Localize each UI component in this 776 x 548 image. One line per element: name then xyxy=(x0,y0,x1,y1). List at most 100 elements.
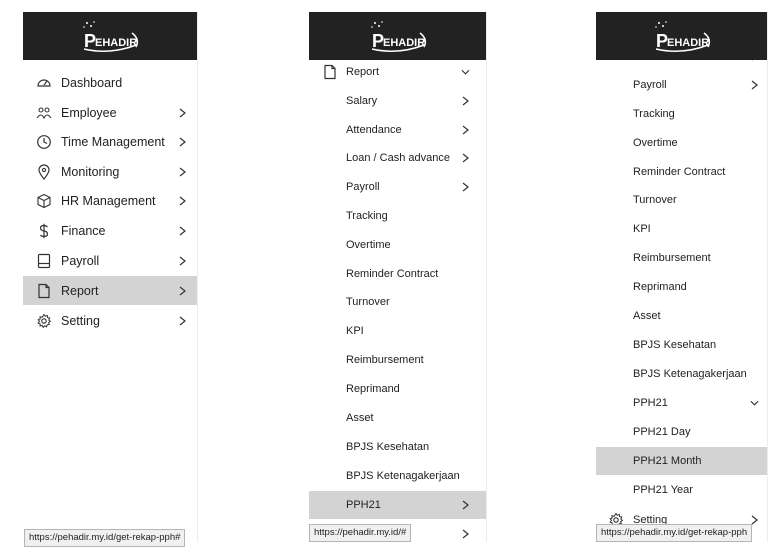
submenu-item-kpi[interactable]: KPI xyxy=(596,215,767,243)
submenu-item-reprimand[interactable]: Reprimand xyxy=(596,273,767,301)
submenu-item-label: PPH21 Day xyxy=(633,426,691,438)
chevron-right-icon xyxy=(462,529,469,539)
submenu-item-label: PPH21 xyxy=(633,397,668,409)
payroll-icon xyxy=(37,253,51,268)
chevron-right-icon xyxy=(179,226,186,235)
pehadir-logo[interactable]: P EHADIR xyxy=(70,19,150,53)
submenu-item-reprimand[interactable]: Reprimand xyxy=(309,375,486,403)
submenu-item-pph21[interactable]: PPH21 xyxy=(596,389,767,417)
submenu-item-payroll[interactable]: Payroll xyxy=(596,71,767,99)
chevron-right-icon xyxy=(179,196,186,205)
sidebar-item-time-management[interactable]: Time Management xyxy=(23,127,197,156)
submenu-item-bpjs-kesehatan[interactable]: BPJS Kesehatan xyxy=(596,331,767,359)
submenu-item-asset[interactable]: Asset xyxy=(309,404,486,432)
chevron-right-icon xyxy=(462,500,469,510)
chevron-down-icon xyxy=(461,69,470,75)
submenu-item-tracking[interactable]: Tracking xyxy=(596,100,767,128)
chevron-right-icon xyxy=(179,286,186,295)
document-icon xyxy=(324,64,336,80)
link-status-bar: https://pehadir.my.id/get-rekap-pph# xyxy=(24,529,186,547)
sidebar-item-payroll[interactable]: Payroll xyxy=(23,246,197,275)
document-icon xyxy=(38,283,50,298)
submenu-item-pph21-month[interactable]: PPH21 Month xyxy=(596,447,767,475)
submenu-item-label: KPI xyxy=(346,325,364,337)
submenu-item-overtime[interactable]: Overtime xyxy=(596,129,767,157)
submenu-item-bpjs-ketenagakerjaan[interactable]: BPJS Ketenagakerjaan xyxy=(309,462,486,490)
chevron-right-icon xyxy=(179,316,186,325)
sidebar-item-report[interactable]: Report xyxy=(23,276,197,305)
submenu-item-kpi[interactable]: KPI xyxy=(309,317,486,345)
submenu-item-label: Asset xyxy=(346,412,374,424)
submenu-item-label: Salary xyxy=(346,95,378,107)
chevron-down-icon xyxy=(750,400,759,406)
submenu-item-bpjs-kesehatan[interactable]: BPJS Kesehatan xyxy=(309,433,486,461)
sidebar-item-monitoring[interactable]: Monitoring xyxy=(23,157,197,186)
submenu-item-pph21[interactable]: PPH21 xyxy=(309,491,486,519)
submenu-item-turnover[interactable]: Turnover xyxy=(309,288,486,316)
sidebar-item-label: Finance xyxy=(61,223,106,238)
submenu-item-label: Reminder Contract xyxy=(633,166,726,178)
submenu-item-label: Tracking xyxy=(346,210,388,222)
chevron-right-icon xyxy=(462,125,469,135)
link-status-bar: https://pehadir.my.id/# xyxy=(309,524,412,542)
submenu-item-reminder-contract[interactable]: Reminder Contract xyxy=(596,158,767,186)
submenu-item-bpjs-ketenagakerjaan[interactable]: BPJS Ketenagakerjaan xyxy=(596,360,767,388)
sidebar-panel-report-expanded: P EHADIR Report Salary Attendance Loan /… xyxy=(309,12,487,542)
sidebar-item-employee[interactable]: Employee xyxy=(23,98,197,127)
submenu-item-tracking[interactable]: Tracking xyxy=(309,202,486,230)
sidebar-item-report[interactable]: Report xyxy=(309,58,486,86)
submenu-item-loan-cash-advance[interactable]: Loan / Cash advance xyxy=(309,144,486,172)
submenu-item-label: Asset xyxy=(633,310,661,322)
dashboard-icon xyxy=(37,78,51,87)
submenu-item-payroll[interactable]: Payroll xyxy=(309,173,486,201)
sidebar-item-label: Report xyxy=(346,66,380,78)
sidebar-item-hr-management[interactable]: HR Management xyxy=(23,186,197,215)
submenu-item-turnover[interactable]: Turnover xyxy=(596,186,767,214)
submenu-item-label: KPI xyxy=(633,223,651,235)
submenu-item-label: Loan / Cash advance xyxy=(346,152,450,164)
chevron-right-icon xyxy=(179,256,186,265)
sidebar-item-label: Report xyxy=(61,283,99,298)
sidebar-item-label: Employee xyxy=(61,105,117,120)
submenu-item-reimbursement[interactable]: Reimbursement xyxy=(309,346,486,374)
submenu-item-label: PPH21 Month xyxy=(633,455,702,467)
submenu-item-label: PPH21 xyxy=(346,499,381,511)
submenu-item-reimbursement[interactable]: Reimbursement xyxy=(596,244,767,272)
sidebar-item-setting[interactable]: Setting xyxy=(23,306,197,335)
submenu-item-pph21-day[interactable]: PPH21 Day xyxy=(596,418,767,446)
chevron-right-icon xyxy=(462,182,469,192)
chevron-right-icon xyxy=(462,153,469,163)
sidebar-item-label: Time Management xyxy=(61,134,165,149)
submenu-item-reminder-contract[interactable]: Reminder Contract xyxy=(309,260,486,288)
submenu-item-pph21-year[interactable]: PPH21 Year xyxy=(596,476,767,504)
chevron-right-icon xyxy=(179,108,186,117)
location-pin-icon xyxy=(38,163,50,180)
submenu-item-label: BPJS Ketenagakerjaan xyxy=(346,470,460,482)
chevron-right-icon xyxy=(751,80,758,90)
submenu-item-label: Reprimand xyxy=(346,383,400,395)
chevron-right-icon xyxy=(179,167,186,176)
sidebar-panel-main: P EHADIR Dashboard Employee Time Managem… xyxy=(23,12,198,542)
submenu-item-asset[interactable]: Asset xyxy=(596,302,767,330)
submenu-item-label: BPJS Kesehatan xyxy=(346,441,430,453)
submenu-item-label: Reimbursement xyxy=(633,252,711,264)
submenu-item-label: Payroll xyxy=(346,181,380,193)
pehadir-logo[interactable]: P EHADIR xyxy=(358,19,438,53)
gear-icon xyxy=(37,313,52,328)
sidebar-item-label: Setting xyxy=(61,313,100,328)
chevron-right-icon xyxy=(179,137,186,146)
sidebar-item-finance[interactable]: Finance xyxy=(23,216,197,245)
pehadir-logo[interactable]: P EHADIR xyxy=(642,19,722,53)
sidebar-item-dashboard[interactable]: Dashboard xyxy=(23,68,197,97)
submenu-item-label: Overtime xyxy=(633,137,678,149)
submenu-item-label: Tracking xyxy=(633,108,675,120)
submenu-item-label: Turnover xyxy=(633,194,677,206)
submenu-item-label: Payroll xyxy=(633,79,667,91)
cube-icon xyxy=(37,193,51,208)
submenu-item-label: PPH21 Year xyxy=(633,484,693,496)
dollar-icon xyxy=(39,223,49,238)
logo-bar: P EHADIR xyxy=(23,12,197,60)
submenu-item-salary[interactable]: Salary xyxy=(309,87,486,115)
submenu-item-overtime[interactable]: Overtime xyxy=(309,231,486,259)
submenu-item-attendance[interactable]: Attendance xyxy=(309,116,486,144)
